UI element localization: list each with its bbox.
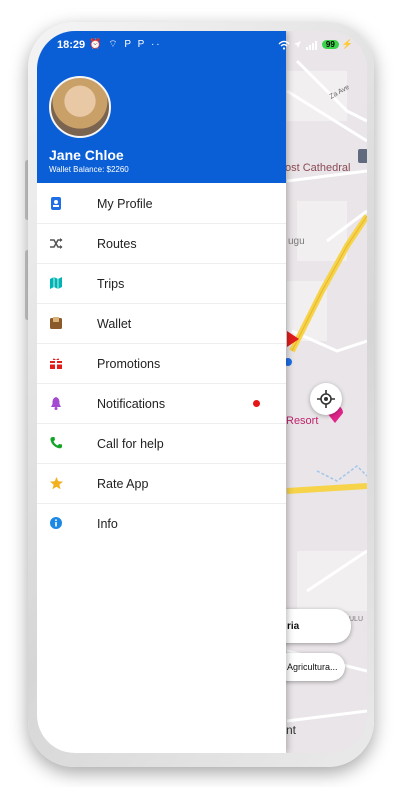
menu-item-label: Notifications bbox=[97, 396, 166, 411]
map-label-area: ugu bbox=[288, 236, 305, 247]
gift-icon bbox=[49, 356, 63, 370]
menu-item-my-profile[interactable]: My Profile bbox=[37, 184, 286, 224]
status-bar: 18:29 ⏰ ⌔ P P ·· 99 ⚡ bbox=[37, 31, 367, 57]
signal-icon bbox=[305, 40, 317, 50]
menu-item-info[interactable]: Info bbox=[37, 504, 286, 543]
menu-item-routes[interactable]: Routes bbox=[37, 224, 286, 264]
navigation-drawer: Jane Chloe Wallet Balance: $2260 My Prof… bbox=[37, 31, 286, 753]
wifi-icon bbox=[278, 40, 290, 50]
battery-level: 99 bbox=[321, 40, 339, 49]
bell-icon bbox=[49, 396, 63, 410]
status-notification-icons: ⏰ ⌔ P P ·· bbox=[89, 39, 162, 50]
charging-icon: ⚡ bbox=[341, 39, 353, 49]
drawer-menu: My Profile Routes Trips Wallet Promotion… bbox=[37, 184, 286, 543]
menu-item-label: Info bbox=[97, 516, 118, 531]
menu-item-notifications[interactable]: Notifications bbox=[37, 384, 286, 424]
map-label-cathedral: ost Cathedral bbox=[285, 162, 350, 174]
phone-icon bbox=[49, 436, 63, 450]
menu-item-label: My Profile bbox=[97, 196, 153, 211]
unread-dot bbox=[253, 400, 260, 407]
menu-item-label: Routes bbox=[97, 236, 137, 251]
menu-item-wallet[interactable]: Wallet bbox=[37, 304, 286, 344]
map-bottom-text: nt bbox=[286, 723, 297, 737]
status-time: 18:29 bbox=[57, 39, 86, 51]
menu-item-label: Rate App bbox=[97, 476, 149, 491]
screen: ost Cathedral Za Ave ugu Resort ULU ria … bbox=[37, 31, 367, 753]
menu-item-label: Wallet bbox=[97, 316, 132, 331]
place-chip-2-label: Agricultura... bbox=[287, 662, 338, 672]
locate-me-button[interactable] bbox=[310, 383, 342, 415]
menu-item-label: Trips bbox=[97, 276, 125, 291]
wallet-icon bbox=[49, 316, 63, 330]
crosshair-icon bbox=[317, 390, 335, 408]
menu-item-label: Call for help bbox=[97, 436, 164, 451]
info-icon bbox=[49, 516, 63, 530]
profile-icon bbox=[49, 196, 63, 210]
shuffle-icon bbox=[49, 236, 63, 250]
user-name: Jane Chloe bbox=[49, 147, 124, 163]
menu-item-call-for-help[interactable]: Call for help bbox=[37, 424, 286, 464]
wallet-balance: Wallet Balance: $2260 bbox=[49, 165, 129, 174]
location-arrow-icon bbox=[293, 41, 301, 48]
map-label-resort: Resort bbox=[286, 415, 318, 427]
avatar[interactable] bbox=[49, 76, 111, 138]
place-chip-1-label: ria bbox=[287, 620, 300, 632]
menu-item-trips[interactable]: Trips bbox=[37, 264, 286, 304]
map-label-lulu: ULU bbox=[349, 616, 363, 623]
menu-item-label: Promotions bbox=[97, 356, 161, 371]
map-icon bbox=[49, 276, 63, 290]
status-right-icons: 99 ⚡ bbox=[278, 39, 353, 50]
menu-item-rate-app[interactable]: Rate App bbox=[37, 464, 286, 504]
star-icon bbox=[49, 476, 63, 490]
menu-item-promotions[interactable]: Promotions bbox=[37, 344, 286, 384]
